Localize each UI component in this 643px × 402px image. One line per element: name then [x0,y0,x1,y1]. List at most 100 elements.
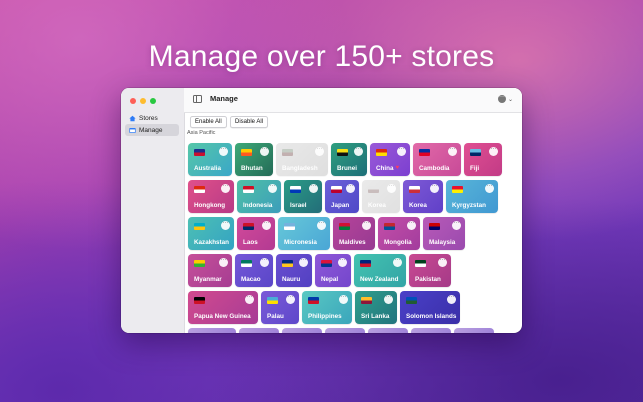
store-tile-partial[interactable] [282,328,322,333]
ellipsis-icon[interactable]: ··· [221,220,230,230]
store-tile-partial[interactable] [239,328,279,333]
store-name: Indonesia [243,202,273,209]
ellipsis-icon[interactable]: ··· [309,183,318,193]
ellipsis-icon[interactable]: ··· [407,220,416,230]
store-tile[interactable]: ··· Solomon Islands [400,291,460,324]
store-name: Israel [290,202,307,209]
store-tile[interactable]: ··· Cambodia [413,143,461,176]
store-tile[interactable]: ··· Japan [325,180,359,213]
ellipsis-icon[interactable]: ··· [299,257,308,267]
store-tile[interactable]: ··· New Zealand [354,254,406,287]
store-tile[interactable]: ··· Indonesia [237,180,281,213]
sidebar-item-stores[interactable]: Stores [125,112,179,124]
ellipsis-icon[interactable]: ··· [221,183,230,193]
ellipsis-icon[interactable]: ··· [485,183,494,193]
store-tile[interactable]: ··· Hongkong [188,180,234,213]
store-tile[interactable]: ··· Brunei [331,143,367,176]
store-tile[interactable]: ··· Kazakhstan [188,217,234,250]
disable-all-button[interactable]: Disable All [230,116,269,128]
more-menu-button[interactable]: ··· ⌄ [497,94,513,103]
ellipsis-icon[interactable]: ··· [387,183,396,193]
flag-icon [376,149,387,156]
store-tile[interactable]: ··· Nauru [276,254,312,287]
flag-icon [241,260,252,267]
store-tile[interactable]: ··· Macao [235,254,273,287]
ellipsis-icon[interactable]: ··· [219,146,228,156]
store-name: Nepal [321,276,339,283]
store-name: Korea [368,202,386,209]
flag-icon [282,149,293,156]
store-name: Fiji [470,165,480,172]
store-name: Solomon Islands [406,313,457,320]
ellipsis-icon[interactable]: ··· [317,220,326,230]
ellipsis-icon[interactable]: ··· [339,294,348,304]
store-tile[interactable]: ··· Pakistan [409,254,451,287]
store-tile[interactable]: ··· Fiji [464,143,502,176]
flag-icon [331,186,342,193]
flag-icon [194,186,205,193]
store-tile[interactable]: ··· Bhutan [235,143,273,176]
minimize-button[interactable] [140,98,146,104]
ellipsis-icon[interactable]: ··· [362,220,371,230]
ellipsis-icon[interactable]: ··· [260,146,269,156]
section-label: Asia Pacific [187,130,216,136]
flag-icon [429,223,440,230]
flag-icon [415,260,426,267]
store-tile-partial[interactable] [411,328,451,333]
ellipsis-icon[interactable]: ··· [448,146,457,156]
flag-icon [321,260,332,267]
sidebar-item-manage[interactable]: Manage [125,124,179,136]
ellipsis-icon[interactable]: ··· [262,220,271,230]
store-tile[interactable]: ··· Korea [403,180,443,213]
ellipsis-icon[interactable]: ··· [260,257,269,267]
store-tile[interactable]: ··· Papua New Guinea [188,291,258,324]
store-tile-partial[interactable] [368,328,408,333]
ellipsis-icon[interactable]: ··· [452,220,461,230]
ellipsis-icon[interactable]: ··· [438,257,447,267]
close-button[interactable] [130,98,136,104]
zoom-button[interactable] [150,98,156,104]
store-tile[interactable]: ··· Micronesia [278,217,330,250]
store-tile[interactable]: ··· Philippines [302,291,352,324]
enable-all-button[interactable]: Enable All [190,116,227,128]
ellipsis-icon[interactable]: ··· [397,146,406,156]
sidebar-toggle-icon[interactable] [193,95,202,103]
ellipsis-icon[interactable]: ··· [315,146,324,156]
store-tile[interactable]: ··· Myanmar [188,254,232,287]
store-name: Malaysia [429,239,456,246]
store-tile[interactable]: ··· Nepal [315,254,351,287]
ellipsis-icon[interactable]: ··· [447,294,456,304]
store-tile[interactable]: ··· Sri Lanka [355,291,397,324]
store-tile[interactable]: ··· Australia [188,143,232,176]
store-tile[interactable]: ··· Laos [237,217,275,250]
store-tile[interactable]: ··· Israel [284,180,322,213]
ellipsis-icon[interactable]: ··· [354,146,363,156]
ellipsis-icon[interactable]: ··· [268,183,277,193]
ellipsis-icon[interactable]: ··· [489,146,498,156]
ellipsis-icon[interactable]: ··· [338,257,347,267]
store-tile[interactable]: ··· China ♥ [370,143,410,176]
store-tile-partial[interactable] [325,328,365,333]
store-tile[interactable]: ··· Palau [261,291,299,324]
store-tile-partial[interactable] [188,328,236,333]
flag-icon [284,223,295,230]
ellipsis-icon[interactable]: ··· [393,257,402,267]
store-tile-partial[interactable] [454,328,494,333]
ellipsis-icon[interactable]: ··· [286,294,295,304]
store-tile[interactable]: ··· Kyrgyzstan [446,180,498,213]
chevron-down-icon: ⌄ [507,96,513,103]
flag-icon [361,297,372,304]
ellipsis-icon[interactable]: ··· [430,183,439,193]
ellipsis-icon[interactable]: ··· [245,294,254,304]
store-tile[interactable]: ··· Maldives [333,217,375,250]
flag-icon [194,260,205,267]
store-tile[interactable]: ··· Malaysia [423,217,465,250]
ellipsis-icon[interactable]: ··· [346,183,355,193]
store-tile[interactable]: ··· Korea [362,180,400,213]
store-tile[interactable]: ··· Bangladesh [276,143,328,176]
store-tile[interactable]: ··· Mongolia [378,217,420,250]
flag-icon [452,186,463,193]
ellipsis-icon[interactable]: ··· [219,257,228,267]
ellipsis-icon[interactable]: ··· [384,294,393,304]
store-name: Kyrgyzstan [452,202,486,209]
